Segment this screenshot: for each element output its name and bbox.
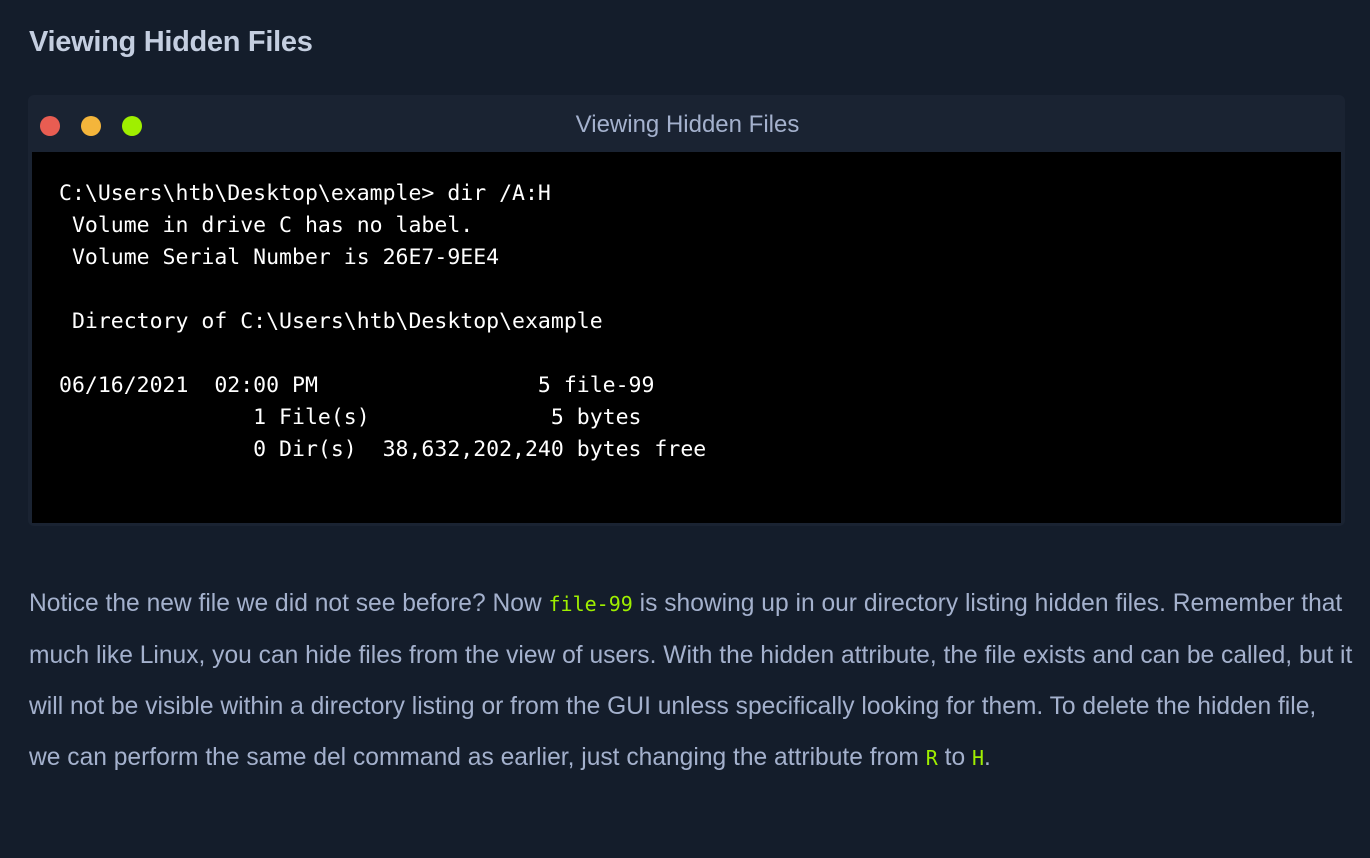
terminal-line: 06/16/2021 02:00 PM 5 file-99	[59, 373, 655, 398]
inline-code-filename: file-99	[548, 592, 633, 616]
section-heading: Viewing Hidden Files	[29, 26, 313, 58]
terminal-line: C:\Users\htb\Desktop\example> dir /A:H	[59, 181, 551, 206]
terminal-line: Directory of C:\Users\htb\Desktop\exampl…	[59, 309, 603, 334]
inline-code-attribute-h: H	[971, 746, 985, 770]
terminal-body[interactable]: C:\Users\htb\Desktop\example> dir /A:H V…	[32, 152, 1341, 523]
paragraph-text: Notice the new file we did not see befor…	[29, 590, 549, 617]
terminal-title: Viewing Hidden Files	[575, 111, 800, 138]
terminal-window: Viewing Hidden Files C:\Users\htb\Deskto…	[28, 95, 1345, 526]
terminal-line: 0 Dir(s) 38,632,202,240 bytes free	[59, 437, 707, 462]
paragraph-text: is showing up in our directory listing h…	[29, 590, 1353, 771]
terminal-line: Volume in drive C has no label.	[59, 213, 474, 238]
terminal-output[interactable]: C:\Users\htb\Desktop\example> dir /A:H V…	[59, 178, 706, 466]
terminal-line: 1 File(s) 5 bytes	[59, 405, 642, 430]
terminal-titlebar: Viewing Hidden Files	[28, 95, 1345, 152]
terminal-line: Volume Serial Number is 26E7-9EE4	[59, 245, 500, 270]
body-paragraph: Notice the new file we did not see befor…	[29, 578, 1354, 784]
inline-code-attribute-r: R	[925, 746, 938, 770]
paragraph-text: .	[984, 744, 991, 771]
paragraph-text: to	[937, 744, 972, 771]
